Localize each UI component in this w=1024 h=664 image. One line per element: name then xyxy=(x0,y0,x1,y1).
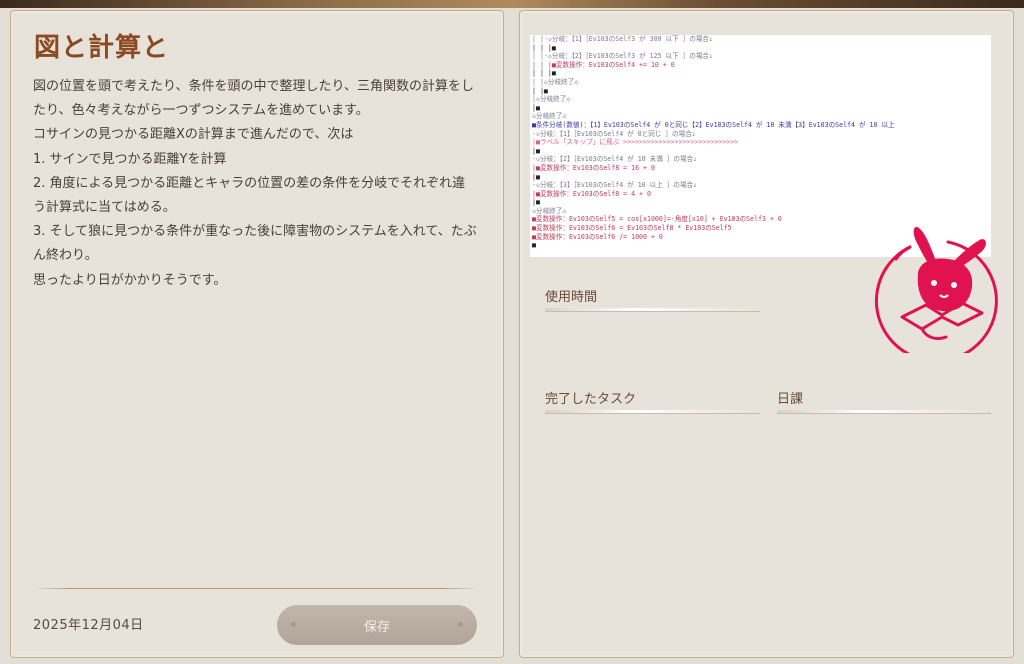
entry-body-line: 2. 角度による見つかる距離とキャラの位置の差の条件を分岐でそれぞれ違 xyxy=(33,175,466,191)
entry-body-line: たり、色々考えながら一つずつシステムを進めています。 xyxy=(33,103,369,119)
screenshot-code-line: |■ xyxy=(532,172,540,181)
screenshot-code-line: |■ xyxy=(532,198,540,207)
screenshot-code-line: | |■ xyxy=(532,86,548,95)
screenshot-code-line: | |◇分岐終了◇ xyxy=(532,77,579,86)
usage-time-label: 使用時間 xyxy=(545,290,598,305)
completed-tasks-label: 完了したタスク xyxy=(545,392,637,407)
entry-body-line: う計算式に当てはめる。 xyxy=(33,200,176,216)
entry-body-line: 思ったより日がかかりそうです。 xyxy=(33,272,227,288)
screenshot-code-line: -◇分岐：【1】［Ev103のSelf4 が 0と同じ ］の場合↓ xyxy=(532,129,696,138)
entry-body-line: 図の位置を頭で考えたり、条件を頭の中で整理したり、三角関数の計算をし xyxy=(33,79,474,94)
screenshot-code-line: ■条件分岐(数値)：【1】Ev103のSelf4 が 0と同じ【2】Ev103の… xyxy=(532,120,895,129)
button-dot-right xyxy=(458,622,463,627)
entry-body-line: ん終わり。 xyxy=(33,248,98,264)
screenshot-code-line: | | |■ xyxy=(532,43,556,52)
save-button-label: 保存 xyxy=(363,619,390,635)
entry-body: 図の位置を頭で考えたり、条件を頭の中で整理したり、三角関数の計算をし たり、色々考… xyxy=(33,75,481,293)
entry-title: 図と計算と xyxy=(34,33,170,63)
entry-date: 2025年12月04日 xyxy=(33,618,144,633)
screenshot-code-line: |■ラベル「スキップ」に飛ぶ >>>>>>>>>>>>>>>>>>>>>>>>>… xyxy=(532,138,739,147)
usage-time-underline xyxy=(545,308,760,312)
screenshot-code-line: -◇分岐：【2】［Ev103のSelf4 が 10 未満 ］の場合↓ xyxy=(532,155,698,164)
screenshot-code-line: | | |■変数操作：Ev103のSelf4 += 10 + 0 xyxy=(532,60,675,69)
daily-underline xyxy=(777,410,991,414)
screenshot-code-line: | |-◇分岐：【1】［Ev103のSelf3 が 300 以下 ］の場合↓ xyxy=(532,35,713,43)
divider xyxy=(33,588,479,589)
entry-body-line: 3. そして狼に見つかる条件が重なった後に障害物のシステムを入れて、たぶ xyxy=(33,224,477,240)
screenshot-code-line: |■ xyxy=(532,103,540,112)
screenshot-code-line: |■変数操作：Ev103のSelf8 = 4 + 0 xyxy=(532,189,651,198)
screenshot-code-line: | |-◇分岐：【2】［Ev103のSelf3 が 125 以下 ］の場合↓ xyxy=(532,52,713,61)
screenshot-code-line: ◇分岐終了◇ xyxy=(532,112,567,121)
screenshot-code-line: -◇分岐：【3】［Ev103のSelf4 が 10 以上 ］の場合↓ xyxy=(532,181,698,190)
attachment-panel: | |-◇分岐：【1】［Ev103のSelf3 が 300 以下 ］の場合↓ | … xyxy=(519,10,1014,658)
screenshot-code-line: |■変数操作：Ev103のSelf8 = 16 + 0 xyxy=(532,163,655,172)
diary-entry-panel: 図と計算と 図の位置を頭で考えたり、条件を頭の中で整理したり、三角関数の計算をし… xyxy=(10,10,504,658)
save-button[interactable]: 保存 xyxy=(277,605,477,645)
screenshot-code-line: | | |■ xyxy=(532,69,556,78)
rabbit-stamp-icon xyxy=(874,226,998,353)
completed-tasks-underline xyxy=(545,410,760,414)
diary-app: 図と計算と 図の位置を頭で考えたり、条件を頭の中で整理したり、三角関数の計算をし… xyxy=(0,8,1024,664)
entry-body-line: 1. サインで見つかる距離Yを計算 xyxy=(33,151,227,167)
button-dot-left xyxy=(291,622,296,627)
screenshot-code-line: |◇分岐終了◇ xyxy=(532,95,571,104)
entry-body-line: コサインの見つかる距離Xの計算まで進んだので、次は xyxy=(33,127,354,143)
daily-label: 日課 xyxy=(777,392,804,407)
